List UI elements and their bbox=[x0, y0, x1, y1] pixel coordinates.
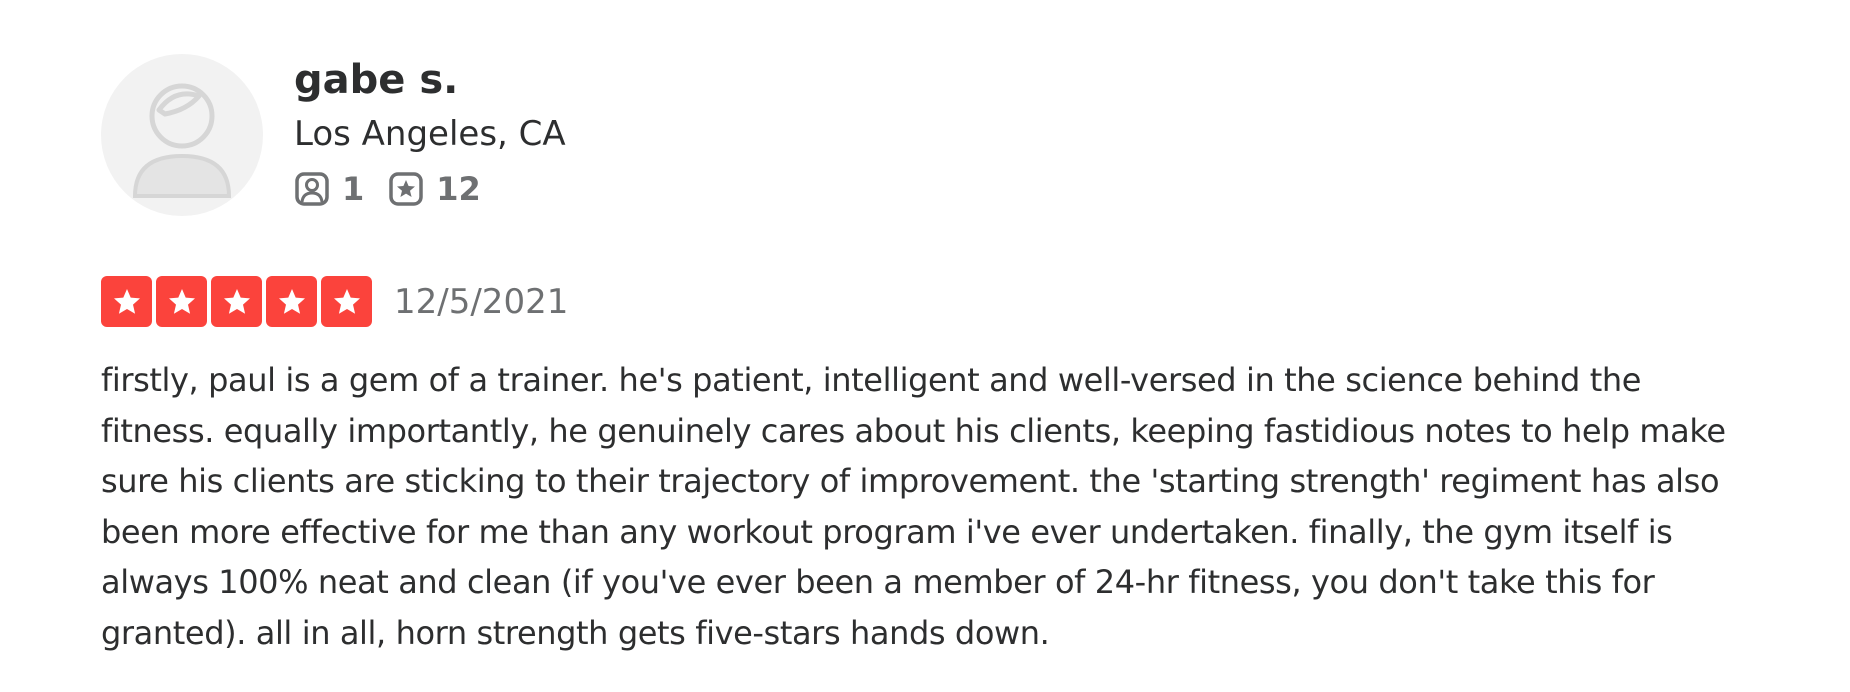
user-location: Los Angeles, CA bbox=[294, 114, 566, 154]
friends-stat: 1 bbox=[294, 170, 364, 208]
reviews-count: 12 bbox=[436, 170, 481, 208]
star-box bbox=[321, 276, 372, 327]
star-review-icon bbox=[389, 172, 424, 206]
user-passport: gabe s. Los Angeles, CA 1 12 bbox=[101, 54, 1801, 216]
star-box bbox=[156, 276, 207, 327]
avatar[interactable] bbox=[101, 54, 263, 216]
star-icon bbox=[223, 288, 250, 314]
star-icon bbox=[278, 288, 305, 314]
review-date: 12/5/2021 bbox=[394, 281, 569, 322]
user-stats: 1 12 bbox=[294, 170, 566, 208]
star-box bbox=[101, 276, 152, 327]
star-box bbox=[266, 276, 317, 327]
reviews-stat: 12 bbox=[388, 170, 481, 208]
review-text: firstly, paul is a gem of a trainer. he'… bbox=[101, 361, 1726, 652]
star-box bbox=[211, 276, 262, 327]
friends-icon bbox=[295, 172, 329, 206]
star-icon bbox=[333, 288, 360, 314]
star-rating bbox=[101, 276, 376, 327]
review-card: gabe s. Los Angeles, CA 1 12 12/5/2021 f… bbox=[101, 54, 1801, 658]
star-icon bbox=[168, 288, 195, 314]
rating-row: 12/5/2021 bbox=[101, 276, 1801, 327]
star-icon bbox=[113, 288, 140, 314]
friends-count: 1 bbox=[342, 170, 365, 208]
default-user-icon bbox=[132, 83, 232, 198]
user-info: gabe s. Los Angeles, CA 1 12 bbox=[294, 54, 566, 208]
user-name[interactable]: gabe s. bbox=[294, 56, 566, 104]
